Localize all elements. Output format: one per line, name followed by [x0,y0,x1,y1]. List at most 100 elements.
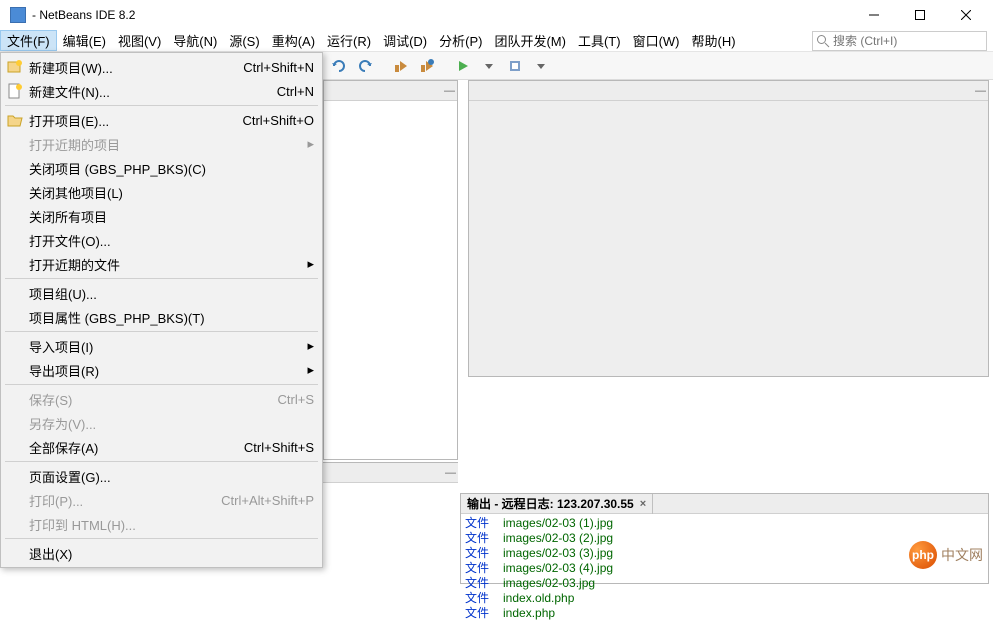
menu-run[interactable]: 运行(R) [321,30,377,51]
close-icon[interactable]: × [640,498,646,510]
menu-print-html[interactable]: 打印到 HTML(H)... [3,512,320,536]
watermark-text: 中文网 [941,545,983,565]
menu-save-all[interactable]: 全部保存(A) Ctrl+Shift+S [3,435,320,459]
menu-profile[interactable]: 分析(P) [433,30,488,51]
menu-exit[interactable]: 退出(X) [3,541,320,565]
menu-open-project[interactable]: 打开项目(E)... Ctrl+Shift+O [3,108,320,132]
menu-label: 导入项目(I) [29,337,93,356]
menu-export-project[interactable]: 导出项目(R) ▸ [3,358,320,382]
output-tabs: 输出 - 远程日志: 123.207.30.55 × [461,494,988,514]
run-dropdown[interactable] [478,55,500,77]
minimize-button[interactable] [851,0,897,30]
open-project-icon [7,112,23,128]
menu-close-project[interactable]: 关闭项目 (GBS_PHP_BKS)(C) [3,156,320,180]
file-menu-dropdown: 新建项目(W)... Ctrl+Shift+N 新建文件(N)... Ctrl+… [0,52,323,568]
menu-project-properties[interactable]: 项目属性 (GBS_PHP_BKS)(T) [3,305,320,329]
debug-button[interactable] [504,55,526,77]
menu-team[interactable]: 团队开发(M) [488,30,572,51]
clean-build-button[interactable] [416,55,438,77]
submenu-arrow-icon: ▸ [307,338,314,354]
debug-dropdown[interactable] [530,55,552,77]
menu-shortcut: Ctrl+Alt+Shift+P [221,493,314,508]
new-file-icon [7,83,23,99]
menu-shortcut: Ctrl+Shift+S [244,440,314,455]
watermark: php 中文网 [909,541,983,569]
menu-save-as[interactable]: 另存为(V)... [3,411,320,435]
output-tab[interactable]: 输出 - 远程日志: 123.207.30.55 × [461,494,653,514]
build-button[interactable] [390,55,412,77]
close-button[interactable] [943,0,989,30]
menu-label: 打印(P)... [29,491,83,510]
menu-shortcut: Ctrl+Shift+O [242,113,314,128]
menu-label: 打开近期的项目 [29,135,120,154]
menu-separator [5,105,318,106]
menu-navigate[interactable]: 导航(N) [167,30,223,51]
window-title: - NetBeans IDE 8.2 [32,8,135,22]
output-tab-title: 输出 - 远程日志: 123.207.30.55 [467,495,634,512]
window-controls [851,0,989,30]
menu-close-all-projects[interactable]: 关闭所有项目 [3,204,320,228]
menu-new-project[interactable]: 新建项目(W)... Ctrl+Shift+N [3,55,320,79]
menu-label: 另存为(V)... [29,414,96,433]
menu-label: 项目属性 (GBS_PHP_BKS)(T) [29,308,205,327]
editor-panel: — [468,80,989,377]
menubar: 文件(F) 编辑(E) 视图(V) 导航(N) 源(S) 重构(A) 运行(R)… [0,30,993,52]
search-input[interactable] [833,34,973,48]
menu-separator [5,384,318,385]
menu-shortcut: Ctrl+Shift+N [243,60,314,75]
menu-close-other-projects[interactable]: 关闭其他项目(L) [3,180,320,204]
menu-project-group[interactable]: 项目组(U)... [3,281,320,305]
menu-separator [5,538,318,539]
menu-new-file[interactable]: 新建文件(N)... Ctrl+N [3,79,320,103]
output-row: 文件images/02-03 (3).jpg [465,546,984,561]
menu-shortcut: Ctrl+S [278,392,314,407]
panel-minimize-icon[interactable]: — [975,85,986,97]
panel-header: — [322,463,458,483]
menu-source[interactable]: 源(S) [223,30,265,51]
menu-tools[interactable]: 工具(T) [572,30,627,51]
undo-button[interactable] [328,55,350,77]
watermark-logo: php [909,541,937,569]
menu-open-recent-project[interactable]: 打开近期的项目 ▸ [3,132,320,156]
panel-header: — [469,81,988,101]
menu-save[interactable]: 保存(S) Ctrl+S [3,387,320,411]
menu-file[interactable]: 文件(F) [0,30,57,51]
menu-page-setup[interactable]: 页面设置(G)... [3,464,320,488]
menu-view[interactable]: 视图(V) [112,30,167,51]
menu-print[interactable]: 打印(P)... Ctrl+Alt+Shift+P [3,488,320,512]
menu-label: 导出项目(R) [29,361,99,380]
left-panel-bottom: — [322,462,458,585]
menu-label: 页面设置(G)... [29,467,111,486]
output-row: 文件images/02-03 (1).jpg [465,516,984,531]
panel-header: — [324,81,457,101]
output-row: 文件images/02-03.jpg [465,576,984,591]
menu-open-file[interactable]: 打开文件(O)... [3,228,320,252]
menu-label: 关闭所有项目 [29,207,107,226]
menu-import-project[interactable]: 导入项目(I) ▸ [3,334,320,358]
menu-edit[interactable]: 编辑(E) [57,30,112,51]
menu-help[interactable]: 帮助(H) [686,30,742,51]
menu-label: 打开文件(O)... [29,231,111,250]
menu-shortcut: Ctrl+N [277,84,314,99]
menu-label: 打印到 HTML(H)... [29,515,136,534]
search-box[interactable] [812,31,987,51]
menu-refactor[interactable]: 重构(A) [266,30,321,51]
redo-button[interactable] [354,55,376,77]
run-button[interactable] [452,55,474,77]
menu-open-recent-file[interactable]: 打开近期的文件 ▸ [3,252,320,276]
menu-label: 关闭项目 (GBS_PHP_BKS)(C) [29,159,206,178]
left-panel: — [323,80,458,460]
app-icon [10,7,26,23]
panel-minimize-icon[interactable]: — [444,85,455,97]
titlebar: - NetBeans IDE 8.2 [0,0,993,30]
menu-label: 打开项目(E)... [29,111,109,130]
output-row: 文件images/02-03 (2).jpg [465,531,984,546]
output-row: 文件index.php [465,606,984,621]
panel-minimize-icon[interactable]: — [445,467,456,479]
maximize-button[interactable] [897,0,943,30]
menu-label: 保存(S) [29,390,72,409]
menu-label: 关闭其他项目(L) [29,183,123,202]
menu-debug[interactable]: 调试(D) [377,30,433,51]
menu-window[interactable]: 窗口(W) [627,30,686,51]
menu-label: 新建项目(W)... [29,58,113,77]
